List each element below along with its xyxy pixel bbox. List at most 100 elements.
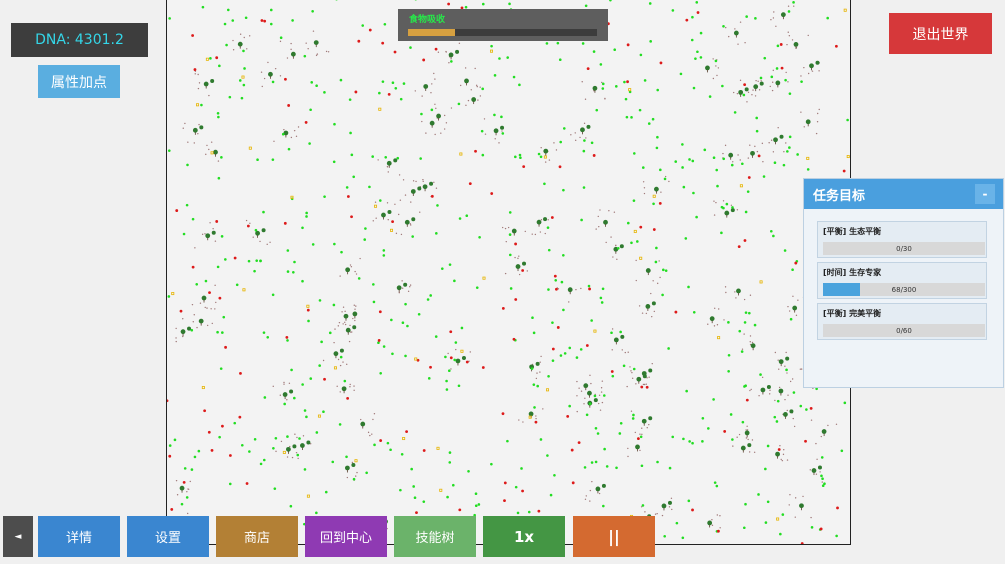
item-marker [205, 57, 209, 61]
tree-trunk [473, 101, 475, 105]
creature-dot [738, 433, 741, 436]
food-dot [602, 504, 605, 508]
creature-dot [372, 418, 374, 421]
food-dot [323, 91, 326, 94]
creature-dot [349, 383, 351, 386]
settings-button[interactable]: 设置 [127, 516, 209, 557]
creature-dot [263, 77, 266, 80]
predator-dot [481, 366, 485, 369]
return-to-center-button[interactable]: 回到中心 [305, 516, 387, 557]
tree-trunk [270, 76, 271, 79]
creature-dot [608, 209, 610, 212]
food-dot [775, 67, 779, 70]
creature-dot [337, 325, 340, 327]
food-dot [772, 234, 775, 238]
creature-dot [494, 138, 496, 140]
tree-icon [422, 184, 428, 190]
pause-button[interactable]: || [573, 516, 655, 557]
details-button[interactable]: 详情 [38, 516, 120, 557]
tree-icon [448, 52, 454, 58]
food-dot [744, 311, 748, 314]
food-dot [332, 160, 336, 164]
attribute-points-button[interactable]: 属性加点 [38, 65, 120, 98]
food-dot [708, 95, 712, 98]
tree-icon [455, 358, 461, 364]
creature-dot [187, 141, 189, 143]
food-dot [331, 460, 335, 464]
creature-dot [568, 301, 570, 303]
creature-dot [783, 151, 785, 153]
food-dot [619, 421, 623, 425]
food-dot [796, 153, 799, 156]
creature-dot [746, 429, 749, 431]
world-canvas[interactable] [167, 0, 850, 544]
creature-dot [369, 434, 371, 437]
creature-dot [507, 226, 510, 229]
food-dot [716, 184, 719, 188]
predator-dot [465, 360, 469, 364]
creature-dot [584, 98, 587, 100]
creature-dot [748, 451, 751, 453]
creature-dot [464, 67, 467, 69]
food-dot [603, 447, 606, 451]
creature-dot [598, 394, 601, 396]
creature-dot [751, 94, 753, 96]
creature-dot [422, 180, 424, 183]
creature-dot [638, 305, 641, 307]
quest-collapse-button[interactable]: - [975, 184, 995, 204]
food-dot [721, 84, 724, 88]
food-dot [465, 214, 469, 218]
game-world[interactable] [166, 0, 851, 545]
predator-dot [381, 41, 385, 45]
exit-world-button[interactable]: 退出世界 [889, 13, 992, 54]
tree-icon [580, 127, 585, 133]
creature-dot [757, 80, 759, 83]
food-dot [310, 81, 314, 84]
creature-dot [197, 87, 200, 90]
skill-tree-button[interactable]: 技能树 [394, 516, 476, 557]
food-dot [244, 16, 248, 20]
tree-icon [809, 63, 814, 69]
creature-dot [601, 380, 604, 382]
tree-icon [268, 71, 273, 77]
creature-dot [750, 388, 752, 391]
food-dot [699, 56, 703, 59]
creature-dot [734, 28, 736, 30]
quest-item-title: [平衡] 生态平衡 [823, 227, 882, 236]
tree-trunk [594, 90, 596, 93]
food-dot [720, 205, 724, 209]
food-dot [320, 340, 323, 344]
predator-dot [610, 370, 614, 373]
food-dot [399, 97, 403, 101]
tree-icon [511, 228, 517, 234]
food-dot [339, 78, 343, 82]
food-dot [519, 156, 522, 160]
food-dot [532, 383, 536, 386]
food-dot [400, 452, 404, 456]
tree-icon [667, 500, 672, 505]
creature-dot [186, 491, 188, 493]
creature-dot [409, 284, 412, 286]
predator-dot [809, 407, 813, 410]
food-dot [323, 195, 326, 198]
toolbar-collapse-button[interactable]: ◄ [3, 516, 33, 557]
shop-button[interactable]: 商店 [216, 516, 298, 557]
creature-dot [359, 257, 361, 260]
food-dot [821, 477, 824, 480]
quest-item-title: [平衡] 完美平衡 [823, 309, 882, 318]
creature-dot [772, 69, 774, 72]
creature-dot [661, 514, 664, 517]
creature-dot [778, 368, 780, 370]
tree-trunk [343, 390, 345, 394]
creature-dot [252, 236, 254, 238]
tree-trunk [406, 224, 408, 227]
food-dot [546, 454, 549, 457]
creature-dot [445, 122, 448, 124]
food-dot [209, 57, 212, 60]
food-dot [785, 368, 788, 372]
speed-button[interactable]: 1x [483, 516, 565, 557]
quest-item: [平衡] 完美平衡 0/60 [817, 303, 987, 340]
tree-trunk [292, 56, 294, 59]
food-dot [451, 483, 455, 487]
creature-dot [816, 121, 819, 123]
